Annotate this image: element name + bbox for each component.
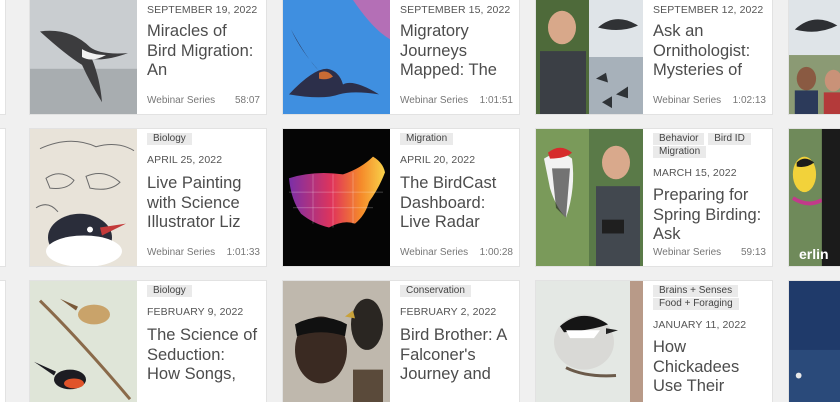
partial-thumbnail-icon — [789, 281, 840, 402]
gull-sketch-icon — [30, 129, 137, 266]
webinar-card[interactable]: SEPTEMBER 19, 2022 Miracles of Bird Migr… — [29, 0, 267, 115]
tag-chip[interactable]: Conservation — [400, 285, 471, 297]
card-meta: Webinar Series 1:02:13 — [653, 95, 766, 109]
tag-list: Migration — [400, 133, 513, 146]
woodpecker-collage-icon — [536, 129, 643, 266]
card-date: JANUARY 11, 2022 — [653, 319, 747, 331]
tag-chip[interactable]: Biology — [147, 285, 192, 297]
tag-list: Conservation — [400, 285, 513, 298]
duration-label: 1:01:33 — [226, 247, 260, 258]
series-label: Webinar Series — [147, 95, 216, 106]
duration-label: 59:13 — [740, 247, 766, 258]
card-date: MARCH 15, 2022 — [653, 167, 737, 179]
card-date: SEPTEMBER 15, 2022 — [400, 4, 511, 16]
webinar-card[interactable]: SEPTEMBER 12, 2022 Ask an Ornithologist:… — [535, 0, 773, 115]
card-meta: Webinar Series 1:01:51 — [400, 95, 513, 109]
tag-chip[interactable]: Bird ID — [708, 133, 751, 145]
duration-label: 1:01:51 — [479, 95, 513, 106]
tag-list: Biology — [147, 133, 260, 146]
series-label: Webinar Series — [400, 247, 469, 258]
card-title[interactable]: Preparing for Spring Birding: Ask — [653, 186, 766, 245]
webinar-card[interactable]: Biology APRIL 25, 2022 Live Painting wit… — [29, 128, 267, 267]
webinar-card[interactable]: Behavior Bird ID Migration MARCH 15, 202… — [535, 128, 773, 267]
partial-card-left-1[interactable]: 5 — [0, 0, 6, 115]
tag-list: Biology — [147, 285, 260, 298]
chickadee-photo-icon — [536, 281, 643, 402]
card-date: APRIL 20, 2022 — [400, 154, 476, 166]
card-meta: Webinar Series 1:00:28 — [400, 247, 513, 261]
duration-label: 1:00:28 — [479, 247, 513, 258]
falconer-photo-icon — [283, 281, 390, 402]
card-meta: Webinar Series 1:01:33 — [147, 247, 260, 261]
fairywren-photo-icon — [30, 281, 137, 402]
tag-chip[interactable]: Brains + Senses — [653, 285, 739, 297]
card-date: FEBRUARY 9, 2022 — [147, 306, 244, 318]
card-date: SEPTEMBER 12, 2022 — [653, 4, 764, 16]
series-label: Webinar Series — [653, 247, 722, 258]
card-date: SEPTEMBER 19, 2022 — [147, 4, 258, 16]
card-title[interactable]: How Chickadees Use Their — [653, 338, 766, 397]
card-title[interactable]: The Science of Seduction: How Songs, — [147, 326, 260, 385]
card-date: APRIL 25, 2022 — [147, 154, 223, 166]
partial-card-right-2[interactable]: erlin — [788, 128, 840, 267]
tag-chip[interactable]: Behavior — [653, 133, 705, 145]
tag-list: Behavior Bird ID Migration — [653, 133, 766, 159]
webinar-card[interactable]: Conservation FEBRUARY 2, 2022 Bird Broth… — [282, 280, 520, 402]
card-title[interactable]: The BirdCast Dashboard: Live Radar — [400, 174, 513, 233]
card-meta: Webinar Series 58:07 — [147, 95, 260, 109]
tag-list: Brains + Senses Food + Foraging — [653, 285, 766, 311]
duration-label: 1:02:13 — [732, 95, 766, 106]
barn-swallow-photo-icon — [283, 0, 390, 114]
shearwater-photo-icon — [30, 0, 137, 114]
tag-chip[interactable]: Biology — [147, 133, 192, 145]
card-title[interactable]: Miracles of Bird Migration: An — [147, 22, 260, 81]
webinar-card[interactable]: Biology FEBRUARY 9, 2022 The Science of … — [29, 280, 267, 402]
series-label: Webinar Series — [147, 247, 216, 258]
webinar-card[interactable]: SEPTEMBER 15, 2022 Migratory Journeys Ma… — [282, 0, 520, 115]
series-label: Webinar Series — [400, 95, 469, 106]
tag-chip[interactable]: Migration — [653, 146, 707, 158]
partial-card-right-3[interactable] — [788, 280, 840, 402]
tag-chip[interactable]: Food + Foraging — [653, 298, 739, 310]
tag-chip[interactable]: Migration — [400, 133, 454, 145]
card-title[interactable]: Migratory Journeys Mapped: The — [400, 22, 513, 81]
card-meta: Webinar Series 59:13 — [653, 247, 766, 261]
radar-map-icon — [283, 129, 390, 266]
duration-label: 58:07 — [234, 95, 260, 106]
partial-thumbnail-icon — [789, 0, 840, 114]
ornithologist-collage-icon — [536, 0, 643, 114]
card-title[interactable]: Live Painting with Science Illustrator L… — [147, 174, 260, 233]
card-date: FEBRUARY 2, 2022 — [400, 306, 497, 318]
webinar-card[interactable]: Brains + Senses Food + Foraging JANUARY … — [535, 280, 773, 402]
series-label: Webinar Series — [653, 95, 722, 106]
partial-app-label: erlin — [799, 246, 829, 262]
partial-card-left-3[interactable] — [0, 280, 6, 402]
webinar-card[interactable]: Migration APRIL 20, 2022 The BirdCast Da… — [282, 128, 520, 267]
partial-card-right-1[interactable] — [788, 0, 840, 115]
card-title[interactable]: Ask an Ornithologist: Mysteries of — [653, 22, 766, 81]
card-title[interactable]: Bird Brother: A Falconer's Journey and — [400, 326, 513, 385]
partial-card-left-2[interactable]: 3 — [0, 128, 6, 267]
